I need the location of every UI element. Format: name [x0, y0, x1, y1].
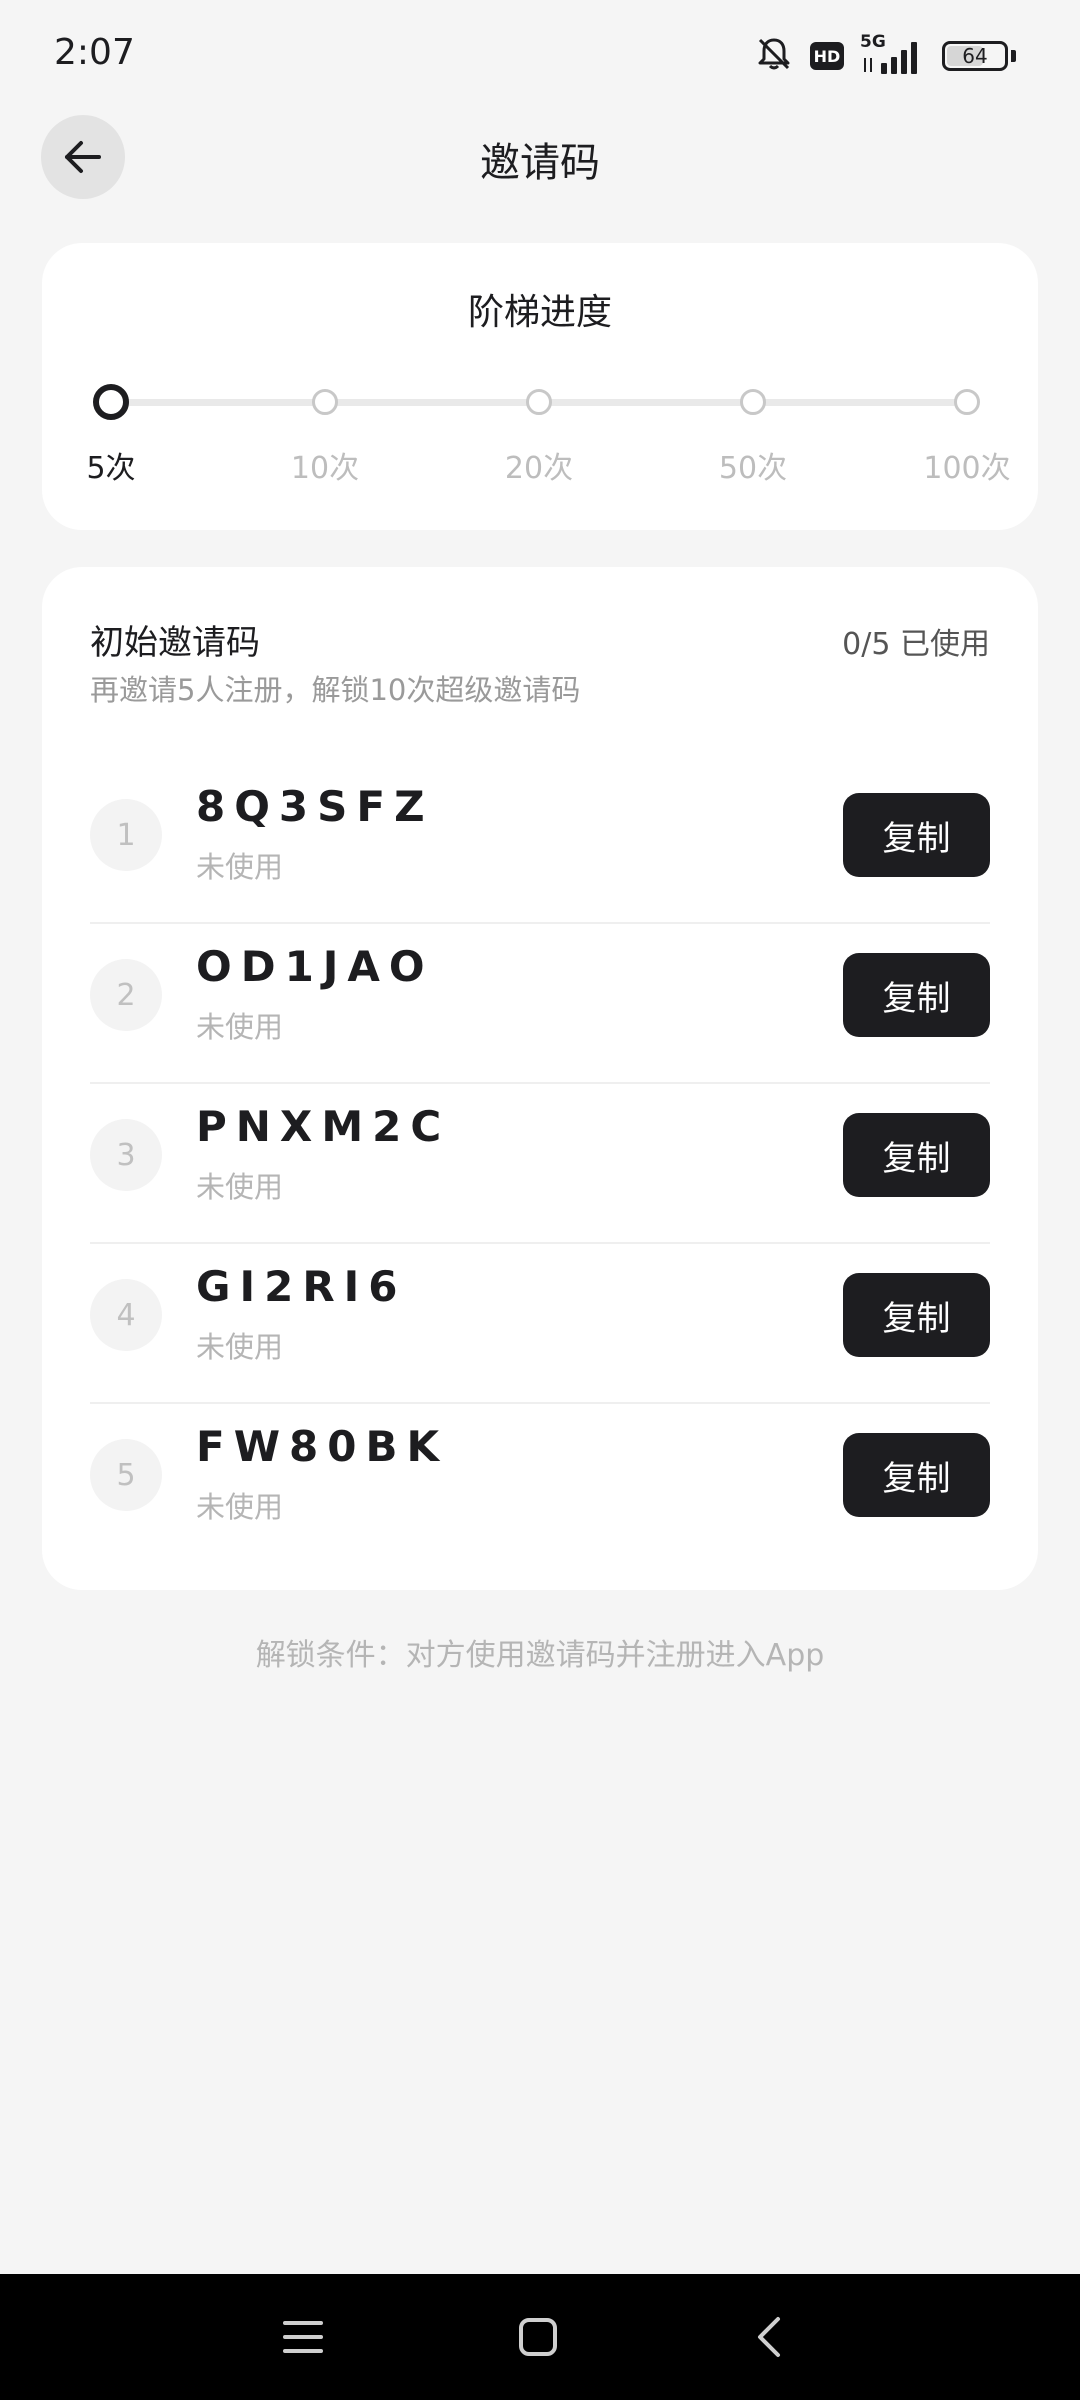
progress-step-label: 50次: [718, 451, 788, 486]
copy-button[interactable]: 复制: [843, 953, 990, 1037]
copy-button[interactable]: 复制: [843, 1113, 990, 1197]
row-index: 5: [90, 1439, 162, 1511]
system-nav-bar: [0, 2274, 1080, 2400]
invite-code: FW80BK: [196, 1422, 449, 1471]
status-icons: HD 5G 64: [754, 32, 1016, 78]
progress-step-label: 10次: [290, 451, 360, 486]
code-row-4: 4 GI2RI6 未使用 复制: [90, 1244, 990, 1404]
nav-home-button[interactable]: [508, 2307, 568, 2367]
row-index: 2: [90, 959, 162, 1031]
page-title: 邀请码: [480, 140, 600, 186]
code-row-1: 1 8Q3SFZ 未使用 复制: [90, 764, 990, 924]
copy-button[interactable]: 复制: [843, 1433, 990, 1517]
status-time: 2:07: [54, 32, 135, 73]
code-status: 未使用: [196, 1330, 284, 1364]
nav-back-button[interactable]: [740, 2307, 800, 2367]
progress-step-dot: [312, 389, 338, 415]
progress-step-dot: [740, 389, 766, 415]
codes-title: 初始邀请码: [90, 623, 260, 663]
code-status: 未使用: [196, 1010, 284, 1044]
back-icon: [758, 2317, 780, 2357]
codes-subtitle: 再邀请5人注册，解锁10次超级邀请码: [90, 673, 581, 707]
status-bar: 2:07 HD 5G 64: [0, 0, 1080, 110]
progress-step-dot: [93, 384, 129, 420]
invite-code: PNXM2C: [196, 1102, 451, 1151]
code-row-5: 5 FW80BK 未使用 复制: [90, 1404, 990, 1564]
nav-menu-button[interactable]: [273, 2307, 333, 2367]
progress-step-label: 20次: [504, 451, 574, 486]
progress-step-label: 5次: [86, 451, 136, 486]
signal-icon: 5G: [860, 32, 926, 76]
row-index: 1: [90, 799, 162, 871]
menu-icon: [283, 2321, 323, 2353]
code-status: 未使用: [196, 1170, 284, 1204]
invite-code: GI2RI6: [196, 1262, 407, 1311]
battery-level: 64: [962, 44, 988, 68]
code-row-3: 3 PNXM2C 未使用 复制: [90, 1084, 990, 1244]
row-index: 4: [90, 1279, 162, 1351]
code-status: 未使用: [196, 1490, 284, 1524]
progress-step-label: 100次: [923, 451, 1011, 486]
copy-button[interactable]: 复制: [843, 1273, 990, 1357]
mute-bell-icon: [754, 34, 794, 78]
progress-card: 阶梯进度 5次 10次 20次 50次 100次: [42, 243, 1038, 530]
row-index: 3: [90, 1119, 162, 1191]
progress-step-dot: [526, 389, 552, 415]
progress-title: 阶梯进度: [467, 292, 612, 333]
battery-tip: [1011, 50, 1016, 62]
invite-codes-card: 初始邀请码 0/5 已使用 再邀请5人注册，解锁10次超级邀请码 1 8Q3SF…: [42, 567, 1038, 1590]
copy-button[interactable]: 复制: [843, 793, 990, 877]
home-icon: [519, 2318, 557, 2356]
invite-code: 8Q3SFZ: [196, 782, 434, 831]
hd-badge: HD: [810, 42, 844, 70]
battery-icon: 64: [942, 41, 1008, 71]
progress-step-dot: [954, 389, 980, 415]
code-status: 未使用: [196, 850, 284, 884]
code-row-2: 2 OD1JAO 未使用 复制: [90, 924, 990, 1084]
invite-code: OD1JAO: [196, 942, 434, 991]
codes-usage: 0/5 已使用: [842, 627, 990, 662]
unlock-condition-note: 解锁条件：对方使用邀请码并注册进入App: [255, 1638, 825, 1673]
